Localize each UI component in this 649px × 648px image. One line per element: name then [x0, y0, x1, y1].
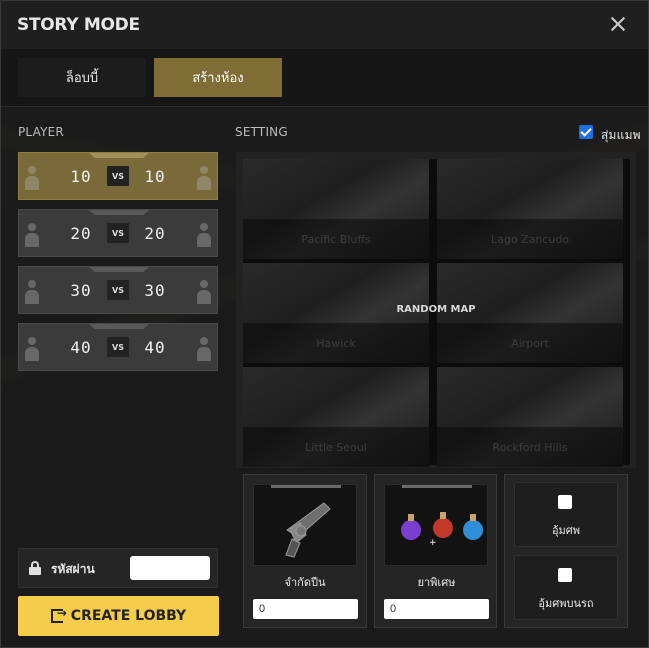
map-name: Lago Zancudo: [437, 219, 623, 259]
vs-badge: VS: [107, 337, 129, 357]
notch-decoration: [89, 210, 149, 215]
notch-decoration: [89, 324, 149, 329]
enter-icon: [50, 606, 67, 623]
random-map-label: สุ่มแมพ: [601, 128, 641, 142]
map-tile[interactable]: Pacific Bluffs: [243, 159, 429, 259]
team-size-right: 30: [144, 280, 166, 300]
player-option-10v10[interactable]: 10 VS 10: [18, 152, 218, 200]
player-option-20v20[interactable]: 20 VS 20: [18, 209, 218, 257]
map-name: Rockford Hills: [437, 427, 623, 467]
player-silhouette-icon: [197, 280, 211, 304]
team-size-right: 40: [144, 337, 166, 357]
map-tile[interactable]: Little Seoul: [243, 367, 429, 467]
team-size-right: 10: [144, 166, 166, 186]
carry-body-checkbox[interactable]: [558, 495, 572, 509]
map-name: Pacific Bluffs: [243, 219, 429, 259]
player-section-label: PLAYER: [18, 125, 64, 139]
player-silhouette-icon: [25, 223, 39, 247]
vs-badge: VS: [107, 280, 129, 300]
carry-body-option: อุ้มศพ: [514, 482, 618, 547]
player-silhouette-icon: [197, 166, 211, 190]
svg-text:+: +: [429, 538, 437, 548]
gun-limit-label: จำกัดปืน: [284, 576, 326, 589]
gun-limit-option: จำกัดปืน: [243, 474, 367, 628]
player-silhouette-icon: [197, 223, 211, 247]
player-silhouette-icon: [197, 337, 211, 361]
carry-body-vehicle-label: อุ้มศพบนรถ: [538, 597, 594, 610]
player-silhouette-icon: [25, 166, 39, 190]
vs-badge: VS: [107, 223, 129, 243]
carry-body-vehicle-checkbox[interactable]: [558, 568, 572, 582]
potion-input[interactable]: [384, 599, 489, 619]
random-map-overlay-text: RANDOM MAP: [396, 304, 476, 315]
gun-limit-input[interactable]: [253, 599, 358, 619]
team-size-right: 20: [144, 223, 166, 243]
map-name: Little Seoul: [243, 427, 429, 467]
map-tile[interactable]: Lago Zancudo: [437, 159, 623, 259]
title-bar: STORY MODE: [1, 1, 648, 49]
team-size-left: 20: [70, 223, 92, 243]
map-name: Hawick: [243, 323, 429, 363]
revolver-icon: [285, 502, 331, 558]
team-size-left: 10: [70, 166, 92, 186]
password-label: รหัสผ่าน: [51, 562, 95, 576]
setting-section-label: SETTING: [235, 125, 288, 139]
revolver-image: [253, 484, 357, 566]
notch-decoration: [89, 267, 149, 272]
password-row: รหัสผ่าน: [18, 548, 218, 588]
potion-option: + ยาพิเศษ: [374, 474, 497, 628]
create-lobby-label: CREATE LOBBY: [70, 608, 187, 624]
player-silhouette-icon: [25, 280, 39, 304]
team-size-left: 30: [70, 280, 92, 300]
potion-label: ยาพิเศษ: [417, 576, 456, 589]
team-size-left: 40: [70, 337, 92, 357]
tab-create-room[interactable]: สร้างห้อง: [154, 58, 282, 97]
player-silhouette-icon: [25, 337, 39, 361]
map-tile[interactable]: Rockford Hills: [437, 367, 623, 467]
lock-icon: [29, 561, 41, 575]
potion-icon: +: [401, 512, 483, 548]
random-map-checkbox[interactable]: [579, 125, 593, 139]
vs-badge: VS: [107, 166, 129, 186]
tab-bar: ล็อบบี้ สร้างห้อง: [1, 49, 648, 107]
player-option-30v30[interactable]: 30 VS 30: [18, 266, 218, 314]
story-mode-window: STORY MODE ล็อบบี้ สร้างห้อง PLAYER 10 V…: [0, 0, 649, 648]
carry-body-label: อุ้มศพ: [551, 524, 581, 537]
close-icon[interactable]: [608, 14, 628, 34]
player-option-40v40[interactable]: 40 VS 40: [18, 323, 218, 371]
potion-image: +: [384, 484, 488, 566]
notch-decoration: [89, 153, 149, 158]
window-title: STORY MODE: [17, 15, 140, 35]
create-lobby-button[interactable]: CREATE LOBBY: [18, 596, 219, 636]
tab-lobby[interactable]: ล็อบบี้: [18, 58, 146, 97]
map-name: Airport: [437, 323, 623, 363]
carry-body-vehicle-option: อุ้มศพบนรถ: [514, 555, 618, 620]
password-input[interactable]: [130, 556, 210, 580]
